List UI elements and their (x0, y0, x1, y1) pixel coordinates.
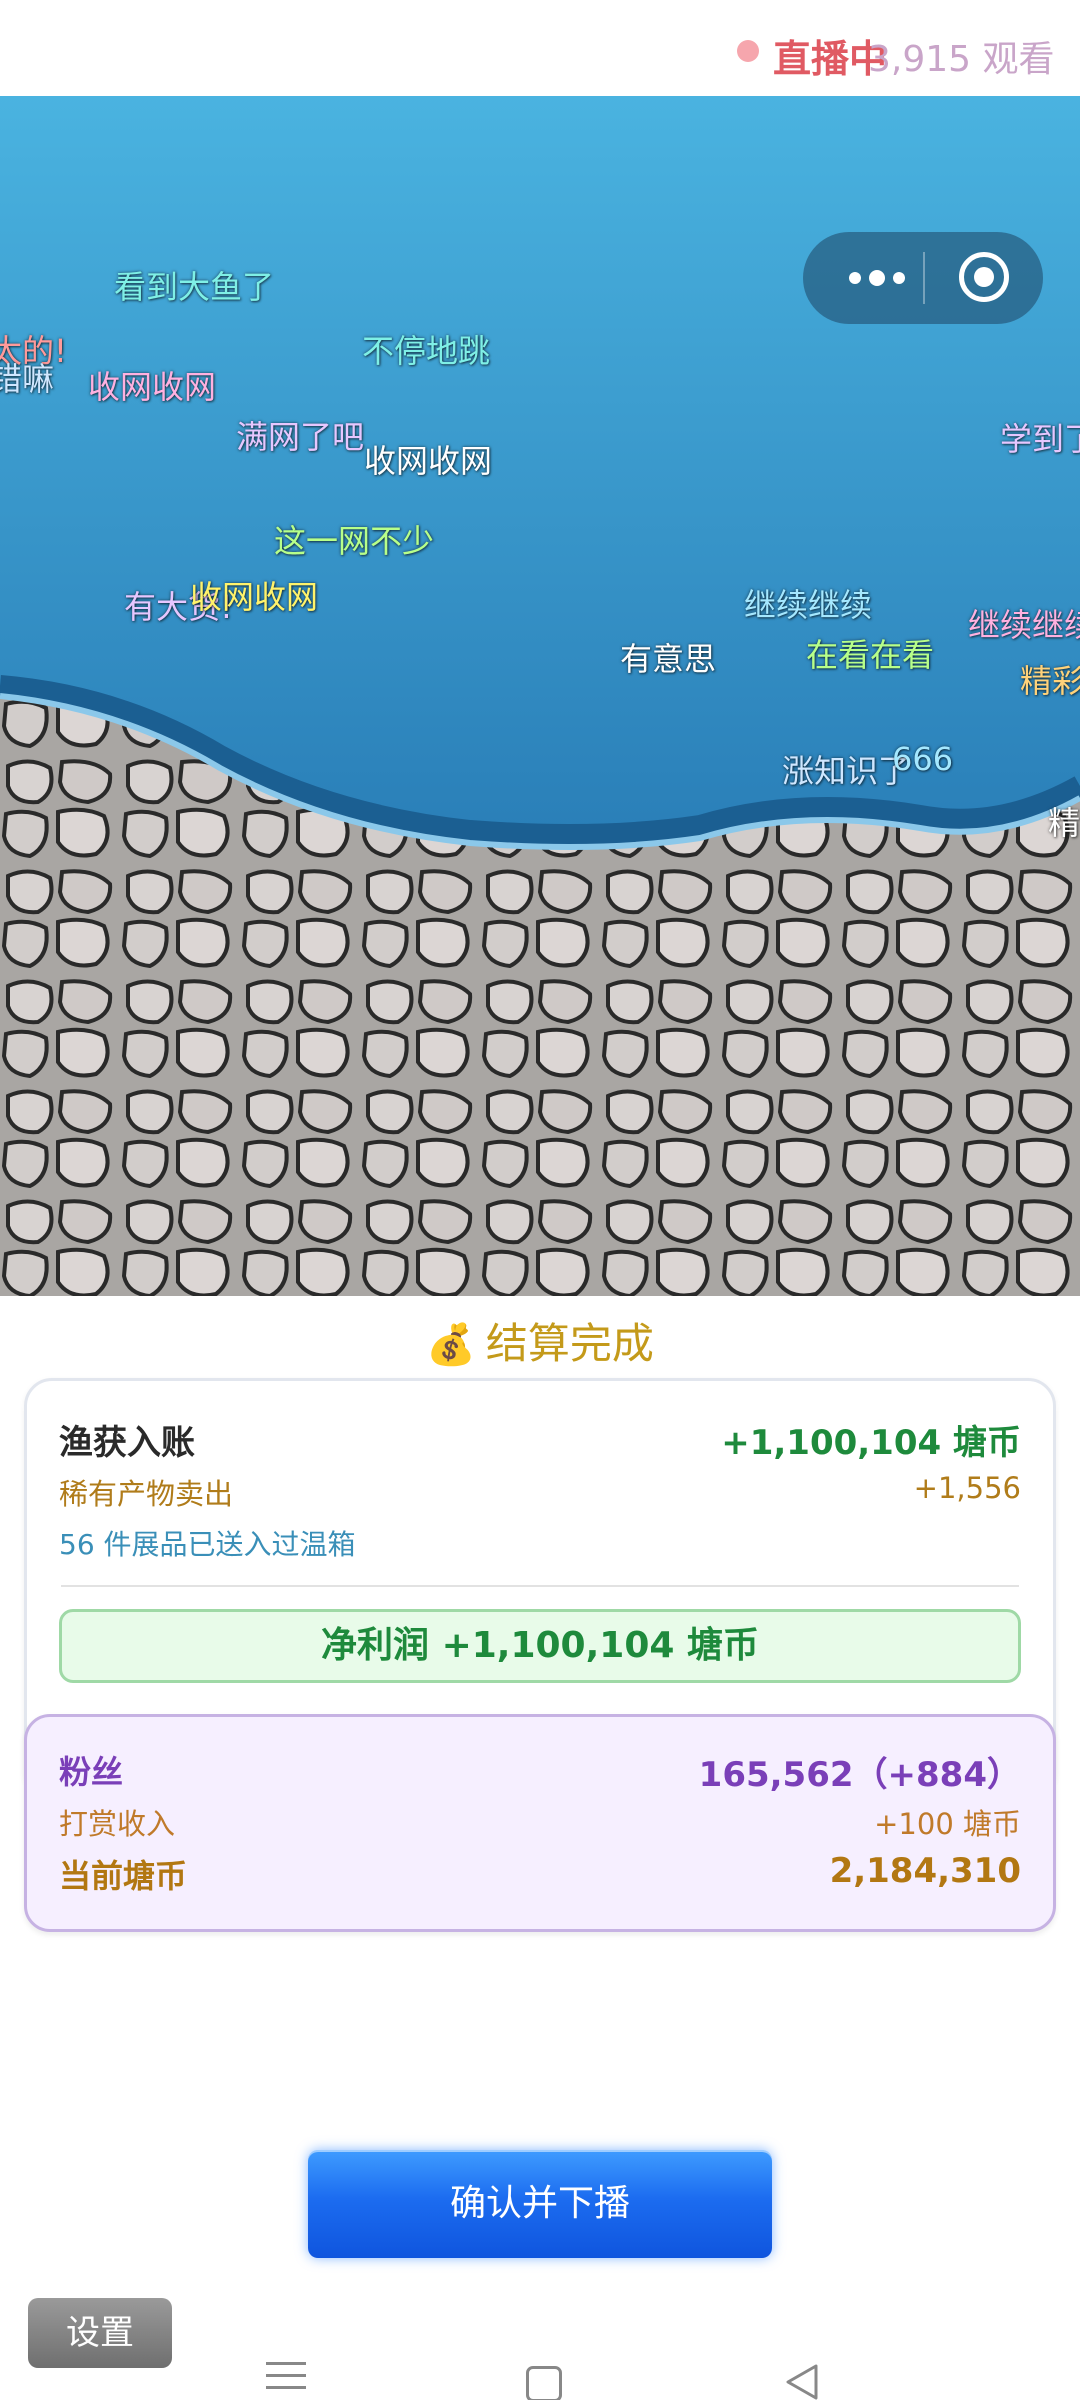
app-root: 直播中 3,915 观看 看到大鱼了 太的! 错嘛 不停地跳 收网收网 满网了吧… (0, 0, 1080, 2400)
back-icon[interactable] (782, 2362, 820, 2400)
danmaku-comment: 看到大鱼了 (114, 268, 275, 306)
menu-icon[interactable] (266, 2362, 306, 2392)
target-circle-icon[interactable] (959, 252, 1009, 302)
danmaku-comment: 精彩 (1020, 662, 1080, 700)
confirm-end-live-button[interactable]: 确认并下播 (308, 2150, 772, 2258)
danmaku-comment: 精 (1048, 804, 1080, 842)
danmaku-comment: 不停地跳 (362, 332, 491, 370)
danmaku-comment: 继续继续 (744, 586, 873, 624)
capsule-divider (923, 252, 925, 304)
danmaku-comment: 错嘛 (0, 360, 55, 398)
danmaku-comment: 有意思 (620, 640, 717, 678)
home-icon[interactable] (526, 2366, 562, 2400)
settings-button[interactable]: 设置 (28, 2298, 172, 2368)
card-divider (61, 1585, 1019, 1587)
danmaku-comment: 666 (892, 740, 954, 778)
danmaku-comment: 这一网不少 (274, 522, 435, 560)
tip-value: +100 塘币 (874, 1807, 1021, 1841)
game-scene[interactable]: 看到大鱼了太的!错嘛不停地跳收网收网满网了吧收网收网学到了这一网不少有大货!收网… (0, 96, 1080, 1296)
tip-label: 打赏收入 (59, 1807, 176, 1841)
rare-label: 稀有产物卖出 (59, 1477, 234, 1511)
fans-label: 粉丝 (59, 1753, 124, 1791)
danmaku-comment: 收网收网 (190, 578, 319, 616)
live-status-bar: 直播中 3,915 观看 (0, 0, 1080, 96)
coins-label: 当前塘币 (59, 1857, 188, 1895)
coins-value: 2,184,310 (829, 1851, 1021, 1891)
settlement-title-text: 结算完成 (485, 1319, 654, 1368)
net-profit-banner: 净利润 +1,100,104 塘币 (59, 1609, 1021, 1683)
danmaku-comment: 学到了 (1000, 420, 1080, 458)
viewer-count: 3,915 观看 (868, 39, 1055, 80)
live-dot-icon (737, 40, 759, 62)
fans-value: 165,562（+884） (698, 1755, 1021, 1795)
danmaku-comment: 满网了吧 (236, 418, 365, 456)
rare-value: +1,556 (913, 1471, 1021, 1505)
danmaku-comment: 涨知识了 (782, 752, 911, 790)
exhibit-note: 56 件展品已送入过温箱 (59, 1528, 356, 1561)
danmaku-comment: 收网收网 (364, 442, 493, 480)
more-dots-icon[interactable] (833, 232, 921, 324)
fans-card: 粉丝 165,562（+884） 打赏收入 +100 塘币 当前塘币 2,184… (24, 1714, 1056, 1932)
settlement-title: 💰 结算完成 (0, 1310, 1080, 1371)
danmaku-comment: 收网收网 (88, 368, 217, 406)
catch-value: +1,100,104 塘币 (721, 1423, 1021, 1463)
mini-program-capsule (803, 232, 1043, 324)
money-bag-icon: 💰 (426, 1322, 476, 1368)
catch-label: 渔获入账 (59, 1423, 195, 1463)
danmaku-comment: 在看在看 (806, 636, 935, 674)
danmaku-comment: 继续继续 (968, 606, 1080, 644)
